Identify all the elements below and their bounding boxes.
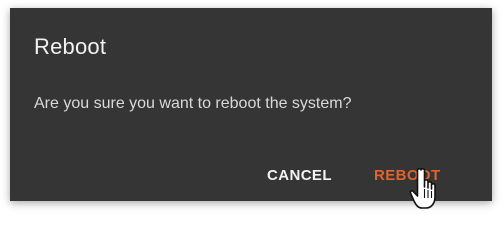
dialog-title: Reboot: [34, 34, 107, 59]
hand-pointer-icon: [409, 168, 436, 209]
dialog-message: Are you sure you want to reboot the syst…: [34, 95, 352, 112]
cancel-button[interactable]: CANCEL: [267, 164, 332, 188]
